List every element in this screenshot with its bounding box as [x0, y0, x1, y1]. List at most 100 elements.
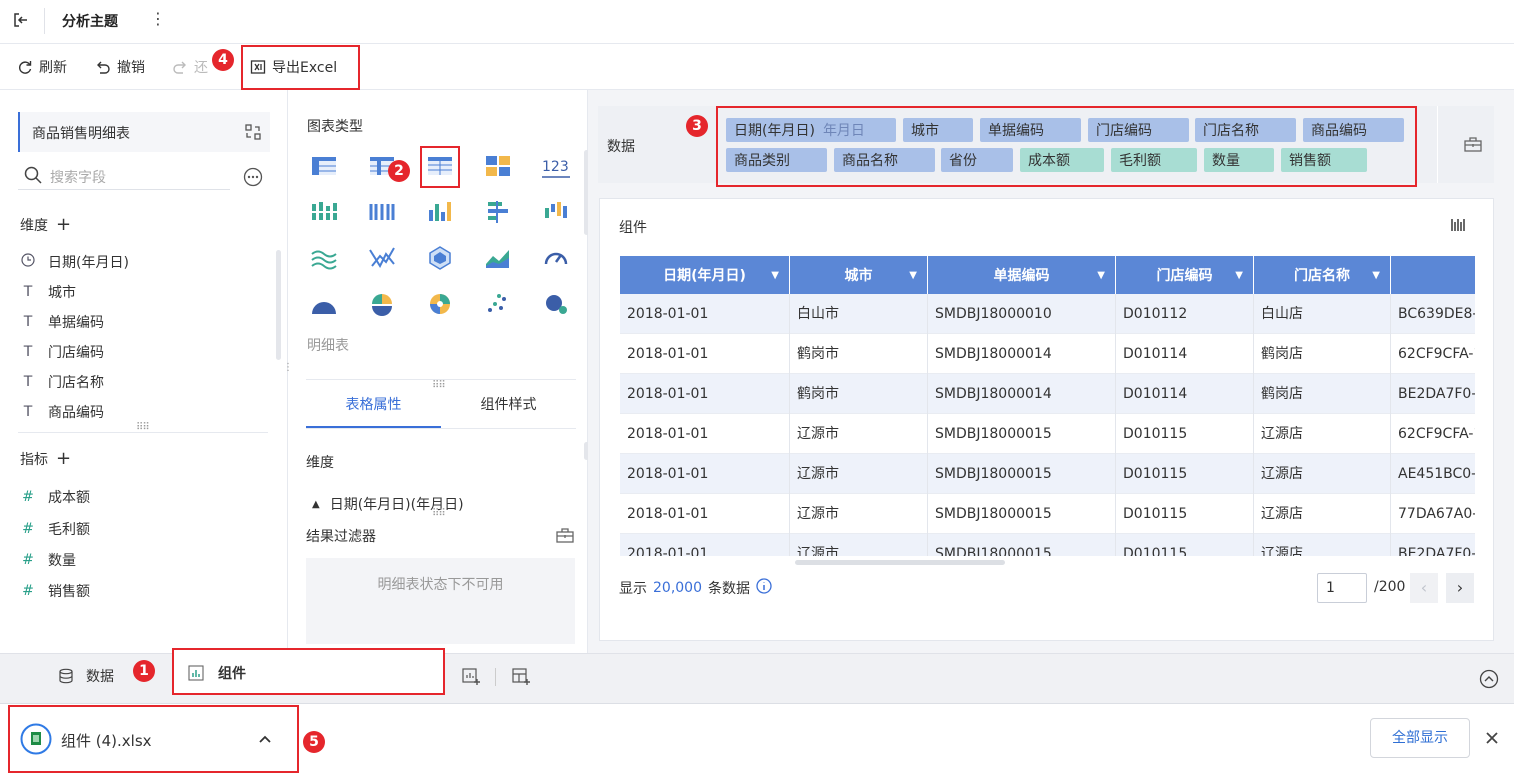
add-measure-icon[interactable]: +: [56, 448, 71, 469]
sort-caret-icon[interactable]: ▼: [909, 270, 917, 281]
data-bar-lock-icon[interactable]: [1464, 136, 1482, 156]
dimension-field[interactable]: T 门店名称: [20, 372, 104, 392]
dimensions-title: 维度: [20, 217, 48, 234]
redo-button[interactable]: 还: [172, 56, 208, 78]
grouped-bar-icon[interactable]: [368, 198, 396, 226]
radar-icon[interactable]: [426, 244, 454, 272]
tab-component-style[interactable]: 组件样式: [441, 390, 576, 428]
bar-chart-icon[interactable]: [426, 198, 454, 226]
waterfall-icon[interactable]: [542, 198, 570, 226]
field-chip[interactable]: 数量: [1204, 148, 1274, 172]
switch-dataset-icon[interactable]: [244, 123, 262, 145]
table-row[interactable]: 2018-01-01 辽源市 SMDBJ18000015 D010115 辽源店 AE45…: [620, 454, 1475, 494]
sort-caret-icon[interactable]: ▼: [1372, 270, 1380, 281]
rose-chart-icon[interactable]: [426, 290, 454, 318]
highlight-box-2: [420, 146, 460, 188]
bubble-icon[interactable]: [542, 290, 570, 318]
field-chip[interactable]: 成本额: [1020, 148, 1104, 172]
measure-field[interactable]: # 毛利额: [20, 519, 90, 539]
more-options-icon[interactable]: [243, 167, 263, 191]
prev-page-button[interactable]: ‹: [1410, 573, 1438, 603]
dimension-field[interactable]: T 城市: [20, 282, 76, 302]
area-chart-icon[interactable]: [484, 244, 512, 272]
close-icon[interactable]: [1485, 731, 1499, 749]
info-icon[interactable]: [756, 578, 772, 598]
refresh-button[interactable]: 刷新: [17, 56, 67, 78]
gauge-icon[interactable]: [542, 244, 570, 272]
chip-label: 门店名称: [1203, 123, 1259, 139]
add-dimension-icon[interactable]: +: [56, 214, 71, 235]
more-icon[interactable]: ⋮: [150, 9, 166, 28]
measure-field[interactable]: # 成本额: [20, 487, 90, 507]
tab-component[interactable]: 组件: [172, 648, 445, 695]
field-chip[interactable]: 毛利额: [1111, 148, 1197, 172]
table-row[interactable]: 2018-01-01 辽源市 SMDBJ18000015 D010115 辽源店 BE2D…: [620, 534, 1475, 556]
field-chip[interactable]: 单据编码: [980, 118, 1081, 142]
dimension-field[interactable]: T 商品编码: [20, 402, 104, 422]
kpi-card-icon[interactable]: [484, 152, 512, 180]
dimension-section-label: 维度: [306, 455, 334, 471]
line-chart-icon[interactable]: [368, 244, 396, 272]
download-item[interactable]: 组件 (4).xlsx: [18, 720, 288, 760]
field-chip[interactable]: 省份: [941, 148, 1013, 172]
field-chip[interactable]: 商品名称: [834, 148, 935, 172]
field-chip[interactable]: 城市: [903, 118, 973, 142]
field-search[interactable]: 搜索字段: [18, 162, 230, 190]
horizontal-bar-icon[interactable]: [484, 198, 512, 226]
column-header[interactable]: 门店编码 ▼: [1116, 256, 1254, 294]
number-icon[interactable]: 123: [542, 152, 570, 180]
field-chip[interactable]: 商品编码: [1303, 118, 1404, 142]
tab-data[interactable]: 数据: [58, 666, 114, 686]
pie-chart-icon[interactable]: [368, 290, 396, 318]
add-dashboard-icon[interactable]: [511, 666, 531, 690]
dimension-field[interactable]: T 单据编码: [20, 312, 104, 332]
sort-caret-icon[interactable]: ▼: [1235, 270, 1243, 281]
field-chip[interactable]: 商品类别: [726, 148, 827, 172]
scatter-icon[interactable]: [484, 290, 512, 318]
tab-table-properties[interactable]: 表格属性: [306, 390, 441, 428]
column-header[interactable]: 日期(年月日) ▼: [620, 256, 790, 294]
area-wave-icon[interactable]: [310, 244, 338, 272]
filter-title: 结果过滤器: [306, 529, 376, 545]
filter-lock-icon[interactable]: [556, 527, 574, 547]
field-chip[interactable]: 门店名称: [1195, 118, 1296, 142]
measure-field[interactable]: # 销售额: [20, 581, 90, 601]
column-header[interactable]: 城市 ▼: [790, 256, 928, 294]
column-header[interactable]: 门店名称 ▼: [1254, 256, 1391, 294]
table-row[interactable]: 2018-01-01 白山市 SMDBJ18000010 D010112 白山店 BC63…: [620, 294, 1475, 334]
field-chip-date[interactable]: 日期(年月日) 年月日: [726, 118, 896, 142]
stacked-bar-icon[interactable]: [310, 198, 338, 226]
dataset-selector[interactable]: 商品销售明细表: [18, 112, 270, 152]
table-row[interactable]: 2018-01-01 辽源市 SMDBJ18000015 D010115 辽源店 62CF…: [620, 414, 1475, 454]
undo-button[interactable]: 撤销: [95, 56, 145, 78]
field-chip[interactable]: 门店编码: [1088, 118, 1189, 142]
chart-settings-icon[interactable]: [1450, 217, 1468, 237]
measure-field[interactable]: # 数量: [20, 550, 76, 570]
sort-caret-icon[interactable]: ▼: [1097, 270, 1105, 281]
add-component-icon[interactable]: [461, 666, 481, 690]
pie-half-icon[interactable]: [310, 290, 338, 318]
field-label: 毛利额: [48, 522, 90, 538]
scrollbar[interactable]: [276, 250, 281, 360]
resize-handle[interactable]: ⠿⠿: [432, 508, 446, 519]
field-chip[interactable]: 销售额: [1281, 148, 1367, 172]
table-row[interactable]: 2018-01-01 鹤岗市 SMDBJ18000014 D010114 鹤岗店 BE2D…: [620, 374, 1475, 414]
chevron-up-icon[interactable]: [258, 732, 272, 750]
column-header[interactable]: 单据编码 ▼: [928, 256, 1116, 294]
table-row[interactable]: 2018-01-01 辽源市 SMDBJ18000015 D010115 辽源店 77DA…: [620, 494, 1475, 534]
table-horizontal-scrollbar[interactable]: [795, 560, 1005, 565]
export-excel-button[interactable]: 导出Excel: [250, 56, 337, 78]
dimension-field[interactable]: T 门店编码: [20, 342, 104, 362]
search-input[interactable]: 搜索字段: [50, 167, 106, 187]
table-row[interactable]: 2018-01-01 鹤岗市 SMDBJ18000014 D010114 鹤岗店 62CF…: [620, 334, 1475, 374]
sort-caret-icon[interactable]: ▼: [771, 270, 779, 281]
show-all-button[interactable]: 全部显示: [1370, 718, 1470, 758]
exit-icon[interactable]: [12, 11, 30, 29]
column-header[interactable]: [1391, 256, 1475, 294]
cross-table-icon[interactable]: [310, 152, 338, 180]
dimension-field[interactable]: 日期(年月日): [20, 252, 129, 272]
collapse-up-icon[interactable]: [1479, 669, 1499, 693]
next-page-button[interactable]: ›: [1446, 573, 1474, 603]
filter-dropzone[interactable]: 明细表状态下不可用: [306, 558, 575, 644]
page-number-input[interactable]: 1: [1317, 573, 1367, 603]
